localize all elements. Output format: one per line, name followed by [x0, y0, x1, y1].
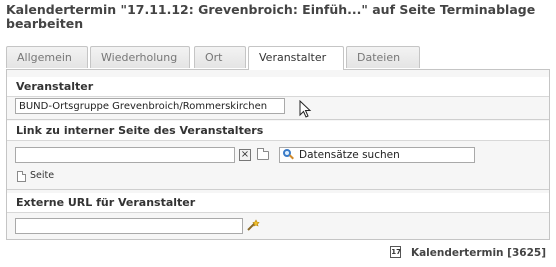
link-field[interactable] [15, 147, 235, 163]
record-label: Kalendertermin [3625] [410, 247, 546, 259]
record-footer: 17 Kalendertermin [3625] [390, 246, 546, 260]
external-url-label: Externe URL für Veranstalter [7, 193, 549, 213]
search-icon [283, 149, 294, 160]
link-wizard-icon[interactable] [247, 219, 261, 231]
link-label: Link zu interner Seite des Veranstalters [7, 121, 549, 141]
external-url-field[interactable] [15, 218, 243, 234]
veranstalter-field[interactable] [15, 98, 285, 114]
tab-wiederholung[interactable]: Wiederholung [90, 46, 190, 68]
form-panel: Veranstalter Link zu interner Seite des … [6, 69, 550, 240]
search-records-label: Datensätze suchen [299, 149, 400, 161]
folder-icon[interactable] [257, 148, 269, 160]
tab-dateien[interactable]: Dateien [346, 46, 420, 68]
search-records-field[interactable]: Datensätze suchen [279, 147, 475, 163]
mouse-pointer-icon [299, 100, 312, 118]
page-icon[interactable] [17, 171, 26, 182]
tab-ort[interactable]: Ort [194, 46, 246, 68]
veranstalter-label: Veranstalter [7, 77, 549, 97]
divider [7, 119, 549, 120]
page-title: Kalendertermin "17.11.12: Grevenbroich: … [6, 2, 536, 31]
calendar-icon: 17 [390, 246, 402, 258]
tab-allgemein[interactable]: Allgemein [6, 46, 88, 68]
page-label[interactable]: Seite [30, 170, 54, 181]
clear-icon[interactable]: × [239, 149, 251, 161]
divider [7, 189, 549, 190]
tab-veranstalter[interactable]: Veranstalter [248, 46, 344, 70]
